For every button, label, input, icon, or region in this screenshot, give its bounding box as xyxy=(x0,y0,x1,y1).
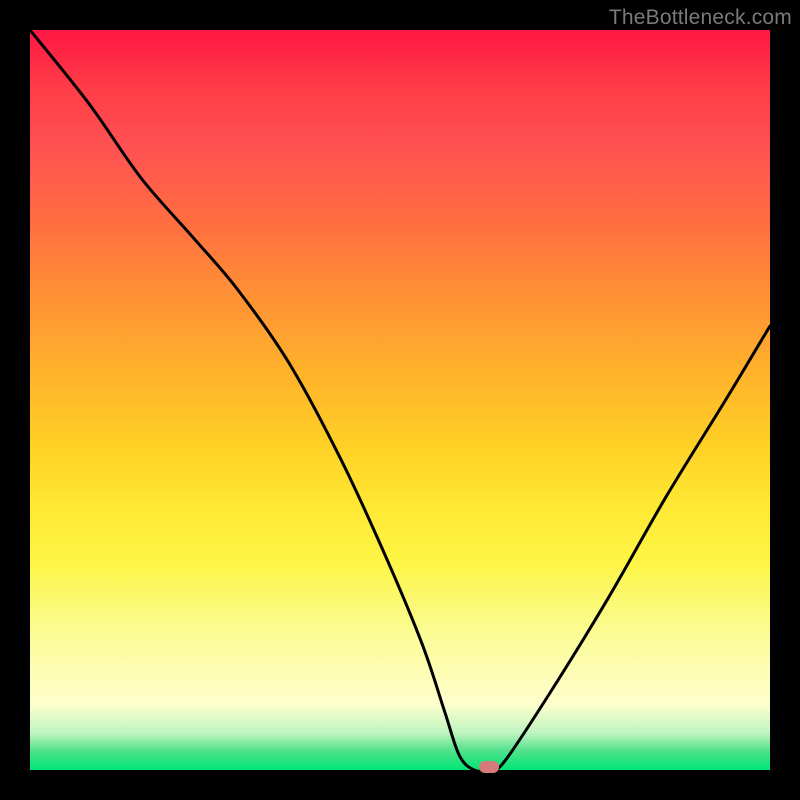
watermark-label: TheBottleneck.com xyxy=(609,6,792,30)
optimal-marker xyxy=(479,761,499,773)
plot-area xyxy=(30,30,770,770)
chart-container: TheBottleneck.com xyxy=(0,0,800,800)
bottleneck-curve xyxy=(30,30,770,770)
